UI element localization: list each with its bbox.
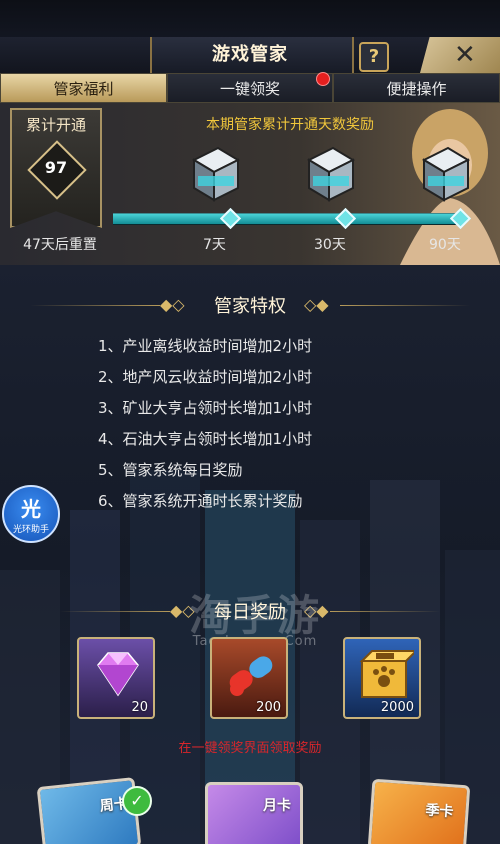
game-steward-panel: 游戏管家 ? ✕ 管家福利 一键领奖 便捷操作 累计开通 97 47天后重置 本… — [0, 0, 500, 844]
reward-slot-diamond[interactable]: 20 — [77, 637, 155, 719]
accumulated-days: 97 — [44, 158, 68, 177]
divider-right — [330, 611, 440, 612]
quarterly-card[interactable]: 季卡 — [367, 778, 471, 844]
top-bar: 游戏管家 ? ✕ — [0, 37, 500, 74]
capsule-pill-icon — [229, 656, 273, 696]
diamond-icon — [97, 652, 139, 697]
reward-claim-note: 在一键领奖界面领取奖励 — [178, 741, 322, 756]
help-button[interactable]: ? — [359, 42, 389, 72]
list-item: 3、矿业大亨占领时长增加1小时 — [98, 399, 313, 417]
progress-fill — [113, 214, 463, 224]
divider-right — [340, 305, 470, 306]
close-button[interactable]: ✕ — [420, 37, 500, 73]
reward-slot-box[interactable]: 2000 — [343, 637, 421, 719]
milestone-label-90d: 90天 — [429, 237, 461, 253]
assistant-float-button[interactable]: 光 光环助手 — [2, 485, 60, 543]
purchased-check-icon: ✓ — [122, 786, 152, 816]
assistant-label: 光环助手 — [12, 525, 49, 535]
tab-steward-benefits[interactable]: 管家福利 — [0, 73, 167, 103]
tab-bar: 管家福利 一键领奖 便捷操作 — [0, 73, 500, 103]
list-item: 1、产业离线收益时间增加2小时 — [98, 337, 313, 355]
monthly-card[interactable]: 月卡 — [205, 782, 303, 844]
treasure-chest-icon-90d[interactable] — [418, 142, 474, 204]
reward-count: 200 — [256, 700, 281, 715]
list-item: 4、石油大亨占领时长增加1小时 — [98, 430, 313, 448]
tab-one-click-claim[interactable]: 一键领奖 — [167, 73, 333, 103]
monthly-card-label: 月卡 — [263, 798, 291, 814]
page-title: 游戏管家 — [212, 44, 288, 65]
notification-dot — [316, 72, 330, 86]
privileges-header: ◆◇ 管家特权 ◇◆ — [0, 290, 500, 320]
ornament-right-icon: ◇◆ — [304, 295, 329, 314]
reset-countdown: 47天后重置 — [23, 237, 97, 253]
privileges-list: 1、产业离线收益时间增加2小时 2、地产风云收益时间增加2小时 3、矿业大亨占领… — [98, 336, 458, 522]
paw-box-icon — [359, 650, 414, 698]
quarterly-card-label: 季卡 — [424, 802, 454, 821]
list-item: 5、管家系统每日奖励 — [98, 461, 243, 479]
badge-label: 累计开通 — [25, 116, 86, 134]
treasure-chest-icon-7d[interactable] — [188, 142, 244, 204]
reward-count: 2000 — [380, 700, 414, 715]
reward-slot-capsule[interactable]: 200 — [210, 637, 288, 719]
tab-quick-actions[interactable]: 便捷操作 — [333, 73, 500, 103]
accumulate-progress-bar — [113, 213, 463, 225]
treasure-chest-icon-30d[interactable] — [303, 142, 359, 204]
milestone-label-30d: 30天 — [314, 237, 346, 253]
list-item: 6、管家系统开通时长累计奖励 — [98, 492, 303, 510]
accumulate-title: 本期管家累计开通天数奖励 — [206, 117, 374, 133]
reward-count: 20 — [131, 700, 148, 715]
assistant-glyph: 光 — [21, 497, 41, 521]
list-item: 2、地产风云收益时间增加2小时 — [98, 368, 313, 386]
milestone-label-7d: 7天 — [203, 237, 226, 253]
close-icon: ✕ — [454, 40, 476, 70]
